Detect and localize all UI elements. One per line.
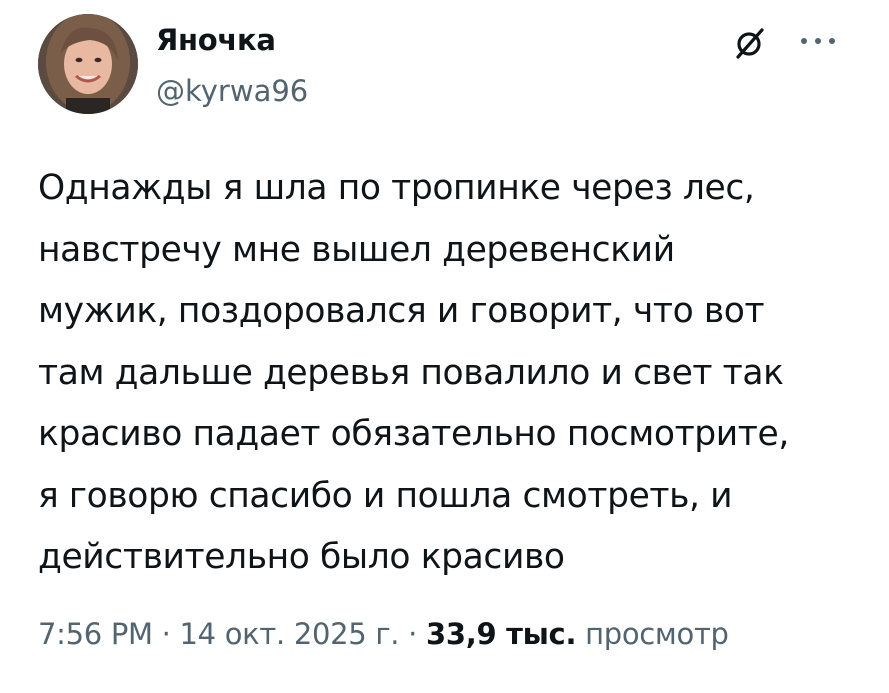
author-handle[interactable]: @kyrwa96 [156,73,308,109]
tweet-text-line: мужик, поздоровался и говорит, что вот [38,291,765,331]
meta-separator: · [399,617,426,651]
tweet-text-line: красиво падает обязательно посмотрите, [38,414,789,454]
views-count: 33,9 тыс. [425,617,577,651]
meta-separator: · [152,617,180,651]
author-display-name[interactable]: Яночка [156,22,276,58]
more-options-icon[interactable] [796,26,840,56]
tweet-text-line: там дальше деревья повалило и свет так [38,352,784,393]
tweet-text-line: я говорю спасибо и пошла смотреть, и [38,475,733,516]
tweet-text-line: Однажды я шла по тропинке через лес, [38,168,755,208]
tweet-card: Яночка @kyrwa96 Однажды я шла по тропинк… [0,0,889,693]
tweet-date[interactable]: 14 окт. 2025 г. [180,617,400,651]
tweet-time[interactable]: 7:56 PM [38,617,153,651]
avatar-photo [38,14,138,114]
tweet-text-line: навстречу мне вышел деревенский [38,229,675,270]
grok-icon[interactable] [733,26,767,60]
views-label: просмотр [585,617,729,651]
tweet-meta: 7:56 PM · 14 окт. 2025 г. · 33,9 тыс. пр… [38,612,729,656]
tweet-text-line: действительно было красиво [38,537,565,577]
avatar[interactable] [38,14,138,114]
tweet-text: Однажды я шла по тропинке через лес, нав… [38,158,868,589]
